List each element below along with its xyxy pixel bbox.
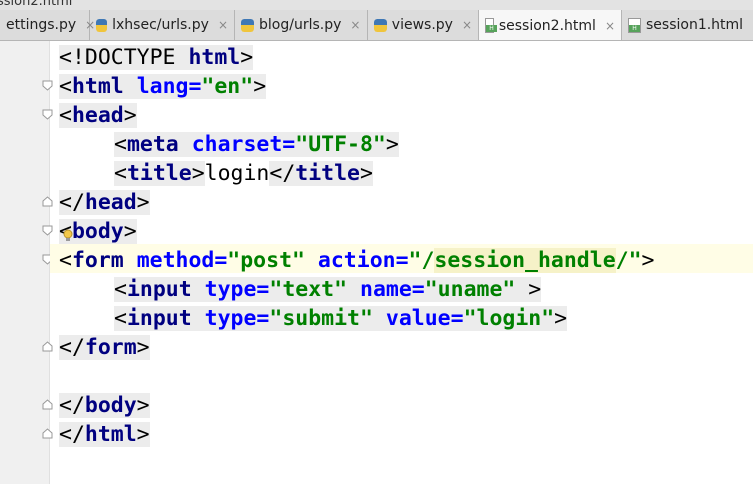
code-line-head-open[interactable]: <head> xyxy=(59,101,137,130)
tag-name: html xyxy=(71,74,124,99)
tab-settings-py[interactable]: ettings.py × xyxy=(0,10,95,40)
tab-label: lxhsec/urls.py xyxy=(112,17,209,33)
tag-name: input xyxy=(126,306,192,331)
bracket: < xyxy=(59,103,72,128)
tab-label: blog/urls.py xyxy=(259,17,342,33)
bracket: > xyxy=(123,103,137,128)
attribute-value: "submit" xyxy=(269,306,373,331)
attribute-value: "uname" xyxy=(424,277,516,302)
tag-name: body xyxy=(71,219,124,244)
attribute-name: action= xyxy=(317,248,409,273)
attribute-quote: /" xyxy=(615,248,642,273)
bracket: > xyxy=(554,306,568,331)
code-editor[interactable]: <!DOCTYPE html> <html lang="en"> <head> … xyxy=(50,41,753,484)
attribute-name: name= xyxy=(360,277,425,302)
attribute-name: value= xyxy=(385,306,464,331)
bracket: </ xyxy=(269,161,296,186)
tag-name: form xyxy=(71,248,124,273)
html-file-icon xyxy=(485,18,497,33)
attribute-value: "en" xyxy=(201,74,254,99)
code-line-title[interactable]: <title>login</title> xyxy=(114,159,373,188)
code-line-body-close[interactable]: </body> xyxy=(59,391,150,420)
tag-name: head xyxy=(84,190,137,215)
attribute-value: "text" xyxy=(269,277,348,302)
bracket: < xyxy=(59,74,72,99)
tag-name: meta xyxy=(126,132,179,157)
bracket: > xyxy=(136,422,150,447)
doctype-name: html xyxy=(188,45,241,70)
code-line-html-open[interactable]: <html lang="en"> xyxy=(59,72,267,101)
attribute-name: charset= xyxy=(191,132,296,157)
attribute-name: lang= xyxy=(136,74,202,99)
close-icon[interactable]: × xyxy=(605,19,615,33)
bracket: > xyxy=(123,219,137,244)
attribute-value: session_handle xyxy=(434,248,616,273)
code-line-input-text[interactable]: <input type="text" name="uname" > xyxy=(114,275,542,304)
attribute-name: type= xyxy=(204,306,270,331)
tab-session1-html[interactable]: session1.html xyxy=(622,10,753,40)
bracket: </ xyxy=(59,335,85,360)
tag-name: head xyxy=(71,103,124,128)
bracket: > xyxy=(136,190,150,215)
tab-label: session2.html xyxy=(498,17,596,34)
attribute-value: "login" xyxy=(463,306,555,331)
window-title-bar: ssion2.html xyxy=(0,0,753,10)
code-line-input-submit[interactable]: <input type="submit" value="login"> xyxy=(114,304,568,333)
close-icon[interactable]: × xyxy=(462,18,472,32)
tab-lxhsec-urls-py[interactable]: lxhsec/urls.py × xyxy=(90,10,235,40)
editor-tab-bar: ettings.py × lxhsec/urls.py × blog/urls.… xyxy=(0,10,753,41)
bracket: > xyxy=(360,161,373,186)
tag-name: title xyxy=(295,161,360,186)
attribute-name: type= xyxy=(204,277,270,302)
code-line-meta[interactable]: <meta charset="UTF-8"> xyxy=(114,130,399,159)
attribute-value: "post" xyxy=(227,248,305,273)
bracket: > xyxy=(641,248,655,273)
html-file-icon xyxy=(628,17,641,33)
tab-label: ettings.py xyxy=(6,17,77,33)
tag-name: body xyxy=(84,393,137,418)
code-line-form-open[interactable]: <form method="post" action="/session_han… xyxy=(59,246,654,275)
code-line-doctype[interactable]: <!DOCTYPE html> xyxy=(59,43,254,72)
bracket: </ xyxy=(59,190,85,215)
python-file-icon xyxy=(374,18,387,32)
bracket: </ xyxy=(59,393,85,418)
bracket: < xyxy=(114,132,127,157)
intention-bulb-icon[interactable] xyxy=(63,228,73,242)
tag-name: title xyxy=(126,161,192,186)
bracket: > xyxy=(240,45,254,70)
bracket: > xyxy=(385,132,399,157)
code-line-form-close[interactable]: </form> xyxy=(59,333,150,362)
close-icon[interactable]: × xyxy=(218,18,228,32)
title-text: login xyxy=(204,161,270,186)
attribute-name: method= xyxy=(136,248,228,273)
doctype-keyword: <!DOCTYPE xyxy=(59,45,176,70)
python-file-icon xyxy=(241,18,254,32)
tab-blog-urls-py[interactable]: blog/urls.py × xyxy=(235,10,368,40)
window-title: ssion2.html xyxy=(0,0,73,9)
bracket: > xyxy=(515,277,542,302)
bracket: > xyxy=(136,393,150,418)
bracket: > xyxy=(136,335,150,360)
bracket: > xyxy=(191,161,205,186)
bracket: < xyxy=(114,277,127,302)
bracket: > xyxy=(253,74,267,99)
close-icon[interactable]: × xyxy=(350,18,360,32)
attribute-value: "UTF-8" xyxy=(295,132,386,157)
tab-label: views.py xyxy=(391,17,453,33)
tab-views-py[interactable]: views.py × xyxy=(368,10,479,40)
bracket: </ xyxy=(59,422,85,447)
code-line-html-close[interactable]: </html> xyxy=(59,420,150,449)
tag-name: html xyxy=(84,422,137,447)
bracket: < xyxy=(59,248,72,273)
tag-name: input xyxy=(126,277,192,302)
tab-session2-html[interactable]: session2.html × xyxy=(479,10,622,40)
python-file-icon xyxy=(96,18,108,32)
tag-name: form xyxy=(84,335,137,360)
attribute-quote: "/ xyxy=(408,248,435,273)
bracket: < xyxy=(114,306,127,331)
tab-label: session1.html xyxy=(646,17,744,33)
bracket: < xyxy=(114,161,127,186)
code-line-head-close[interactable]: </head> xyxy=(59,188,150,217)
